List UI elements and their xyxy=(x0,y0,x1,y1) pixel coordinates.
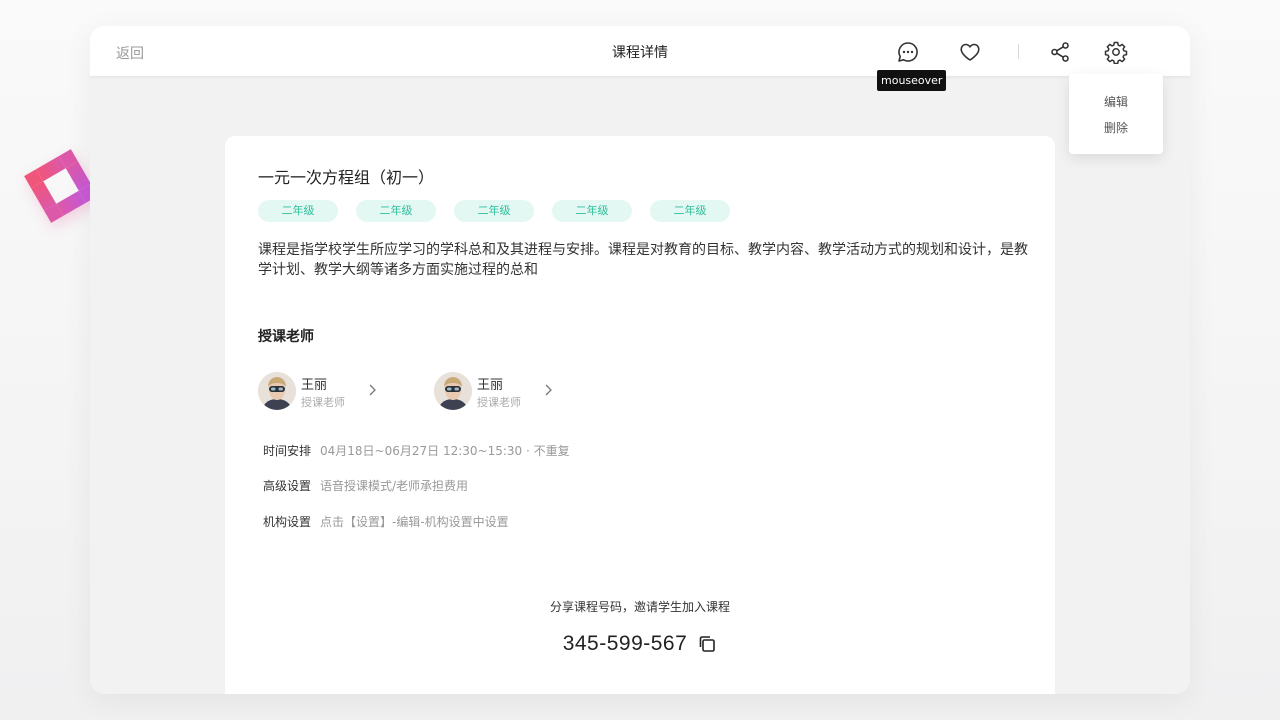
info-label: 时间安排 xyxy=(263,444,311,458)
copy-icon[interactable] xyxy=(697,634,717,654)
info-value: 点击【设置】-编辑-机构设置中设置 xyxy=(320,515,509,529)
info-row-schedule: 时间安排 04月18日~06月27日 12:30~15:30 · 不重复 xyxy=(263,442,570,459)
grade-tag: 二年级 xyxy=(650,200,730,222)
chevron-right-icon xyxy=(366,382,380,398)
teacher-name: 王丽 xyxy=(301,374,327,393)
info-label: 机构设置 xyxy=(263,515,311,529)
chevron-right-icon xyxy=(542,382,556,398)
tag-list: 二年级 二年级 二年级 二年级 二年级 xyxy=(258,200,730,222)
page-title: 课程详情 xyxy=(90,42,1190,62)
teacher-item[interactable]: 王丽 授课老师 xyxy=(434,372,564,412)
course-description: 课程是指学校学生所应学习的学科总和及其进程与安排。课程是对教育的目标、教学内容、… xyxy=(258,240,1028,280)
info-label: 高级设置 xyxy=(263,479,311,493)
course-title: 一元一次方程组（初一） xyxy=(258,164,434,188)
share-button[interactable] xyxy=(1047,39,1073,65)
comment-button[interactable] xyxy=(895,39,921,65)
gear-icon xyxy=(1104,40,1128,64)
teacher-item[interactable]: 王丽 授课老师 xyxy=(258,372,388,412)
decorative-square xyxy=(24,149,98,223)
course-code: 345-599-567 xyxy=(563,632,688,656)
tooltip: mouseover xyxy=(877,70,946,91)
menu-item-edit[interactable]: 编辑 xyxy=(1069,93,1163,110)
teacher-role: 授课老师 xyxy=(477,394,521,410)
toolbar-divider xyxy=(1018,44,1019,59)
course-card: 一元一次方程组（初一） 二年级 二年级 二年级 二年级 二年级 课程是指学校学生… xyxy=(225,136,1055,694)
teacher-name: 王丽 xyxy=(477,374,503,393)
share-label: 分享课程号码，邀请学生加入课程 xyxy=(225,598,1055,615)
menu-item-delete[interactable]: 删除 xyxy=(1069,119,1163,136)
grade-tag: 二年级 xyxy=(356,200,436,222)
avatar xyxy=(258,372,296,410)
info-value: 04月18日~06月27日 12:30~15:30 · 不重复 xyxy=(320,444,570,458)
chat-icon xyxy=(896,40,920,64)
course-code-row: 345-599-567 xyxy=(225,632,1055,656)
favorite-button[interactable] xyxy=(957,39,983,65)
info-row-institution: 机构设置点击【设置】-编辑-机构设置中设置 xyxy=(263,513,509,530)
teacher-role: 授课老师 xyxy=(301,394,345,410)
app-window: 返回 课程详情 xyxy=(90,26,1190,694)
info-value: 语音授课模式/老师承担费用 xyxy=(320,479,468,493)
heart-icon xyxy=(958,40,982,64)
avatar xyxy=(434,372,472,410)
info-row-advanced: 高级设置语音授课模式/老师承担费用 xyxy=(263,477,468,494)
grade-tag: 二年级 xyxy=(454,200,534,222)
grade-tag: 二年级 xyxy=(552,200,632,222)
settings-dropdown-menu: 编辑 删除 xyxy=(1069,74,1163,154)
grade-tag: 二年级 xyxy=(258,200,338,222)
share-icon xyxy=(1048,40,1072,64)
teachers-section-title: 授课老师 xyxy=(258,326,314,346)
top-bar: 返回 课程详情 xyxy=(90,26,1190,77)
settings-button[interactable] xyxy=(1103,39,1129,65)
